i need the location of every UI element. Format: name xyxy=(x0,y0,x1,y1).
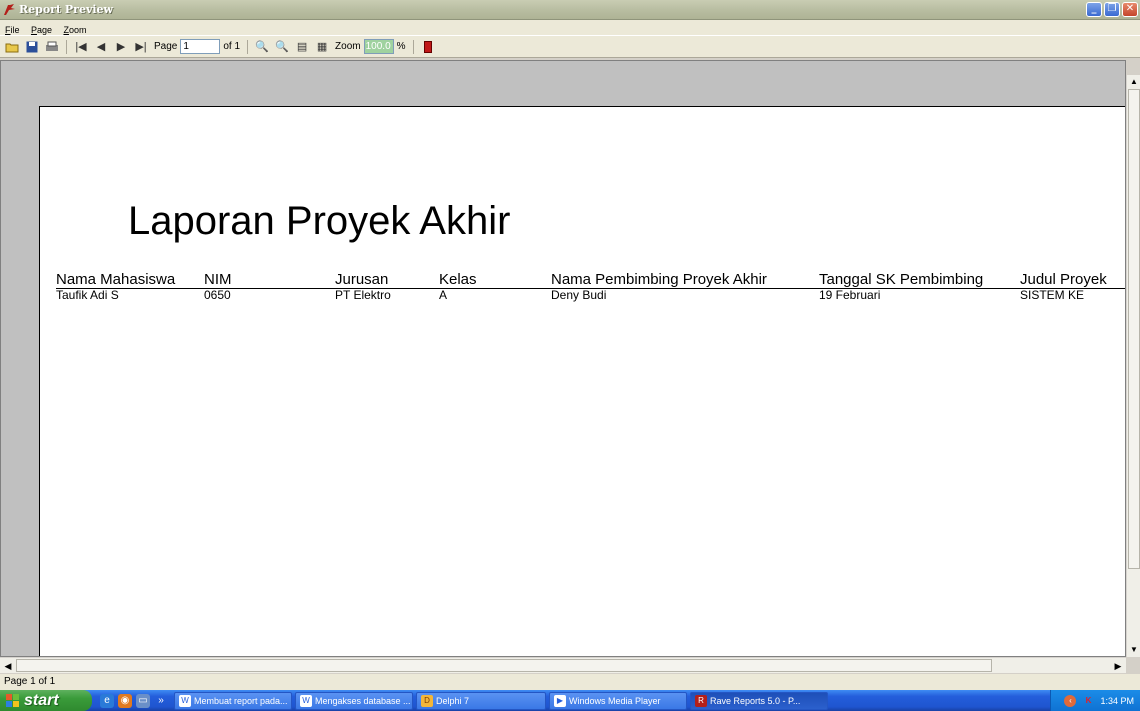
last-page-icon[interactable]: ▶| xyxy=(133,39,149,55)
word-icon: W xyxy=(300,694,312,707)
title-bar: Report Preview _ ❐ ✕ xyxy=(0,0,1140,20)
page-width-icon[interactable]: ▤ xyxy=(294,39,310,55)
zoom-input[interactable]: 100.0 xyxy=(363,39,394,54)
column-header: Nama Pembimbing Proyek Akhir xyxy=(551,271,767,288)
clock: 1:34 PM xyxy=(1100,695,1134,706)
taskbar-item[interactable]: ▶ Windows Media Player xyxy=(549,691,687,710)
column-header: Kelas xyxy=(439,271,477,288)
percent-label: % xyxy=(396,41,406,52)
menu-bar: File Page Zoom xyxy=(0,20,1140,36)
quick-launch: e ◉ ▭ » xyxy=(100,693,168,708)
column-header: Jurusan xyxy=(335,271,389,288)
vertical-scroll-thumb[interactable] xyxy=(1128,89,1140,569)
rave-reports-icon xyxy=(4,4,15,15)
table-cell: PT Elektro xyxy=(335,288,391,302)
tray-arrow-icon[interactable]: ‹ xyxy=(1064,694,1077,707)
table-cell: A xyxy=(439,288,448,302)
media-player-icon: ▶ xyxy=(554,694,566,707)
print-icon[interactable] xyxy=(44,39,60,55)
rave-reports-icon: R xyxy=(695,694,707,707)
next-page-icon[interactable]: ▶ xyxy=(113,39,129,55)
column-header: Tanggal SK Pembimbing xyxy=(819,271,984,288)
menu-zoom[interactable]: Zoom xyxy=(58,23,88,35)
window-title: Report Preview xyxy=(19,3,113,16)
page-count-label: of 1 xyxy=(223,41,241,52)
show-desktop-icon[interactable]: ▭ xyxy=(136,693,150,708)
exit-icon[interactable] xyxy=(420,39,436,55)
whole-page-icon[interactable]: ▦ xyxy=(314,39,330,55)
column-header: NIM xyxy=(204,271,232,288)
antivirus-icon[interactable]: K xyxy=(1082,695,1094,707)
status-bar: Page 1 of 1 xyxy=(0,674,1140,690)
previous-page-icon[interactable]: ◀ xyxy=(93,39,109,55)
start-button[interactable]: start xyxy=(0,690,92,711)
scroll-right-icon[interactable]: ▶ xyxy=(1110,658,1126,674)
zoom-in-icon[interactable]: 🔍 xyxy=(254,39,270,55)
table-cell: 0650 xyxy=(204,288,231,302)
close-button[interactable]: ✕ xyxy=(1122,2,1138,17)
more-chevron-icon[interactable]: » xyxy=(154,694,168,708)
firefox-icon[interactable]: ◉ xyxy=(118,693,132,708)
scroll-left-icon[interactable]: ◀ xyxy=(0,658,16,674)
system-tray: ‹ K 1:34 PM xyxy=(1050,690,1140,711)
taskbar-item[interactable]: W Mengakses database ... xyxy=(295,691,413,710)
menu-file[interactable]: File xyxy=(0,23,22,35)
zoom-label: Zoom xyxy=(335,41,361,52)
table-cell: 19 Februari xyxy=(819,288,881,302)
internet-explorer-icon[interactable]: e xyxy=(100,693,114,708)
open-folder-icon[interactable] xyxy=(4,39,20,55)
page-label: Page xyxy=(154,41,178,52)
first-page-icon[interactable]: |◀ xyxy=(73,39,89,55)
horizontal-scrollbar[interactable]: ◀ ▶ xyxy=(0,657,1126,673)
table-cell: SISTEM KE xyxy=(1020,288,1085,302)
word-icon: W xyxy=(179,694,191,707)
report-page: Laporan Proyek Akhir Nama Mahasiswa NIM … xyxy=(39,106,1125,656)
taskbar-item-active[interactable]: R Rave Reports 5.0 - P... xyxy=(690,691,828,710)
taskbar-item[interactable]: D Delphi 7 xyxy=(416,691,546,710)
vertical-scrollbar[interactable]: ▲ ▼ xyxy=(1126,75,1140,657)
horizontal-scroll-thumb[interactable] xyxy=(16,659,992,672)
column-header: Nama Mahasiswa xyxy=(56,271,176,288)
toolbar-separator xyxy=(412,39,414,54)
scroll-down-icon[interactable]: ▼ xyxy=(1127,643,1140,657)
toolbar: |◀ ◀ ▶ ▶| Page 1 of 1 🔍 🔍 ▤ ▦ Zoom 100.0… xyxy=(0,36,1140,58)
report-title: Laporan Proyek Akhir xyxy=(128,199,511,243)
table-cell: Deny Budi xyxy=(551,288,607,302)
save-icon[interactable] xyxy=(24,39,40,55)
menu-page[interactable]: Page xyxy=(26,23,54,35)
scroll-up-icon[interactable]: ▲ xyxy=(1127,75,1140,89)
taskbar: start e ◉ ▭ » W Membuat report pada... W… xyxy=(0,690,1140,711)
windows-logo-icon xyxy=(6,693,20,708)
page-number-input[interactable]: 1 xyxy=(180,39,221,54)
toolbar-separator xyxy=(66,39,67,54)
delphi-icon: D xyxy=(421,694,433,707)
status-text: Page 1 of 1 xyxy=(4,676,56,687)
minimize-button[interactable]: _ xyxy=(1086,2,1102,17)
toolbar-separator xyxy=(247,39,249,54)
report-viewport[interactable]: Laporan Proyek Akhir Nama Mahasiswa NIM … xyxy=(0,60,1126,657)
maximize-button[interactable]: ❐ xyxy=(1104,2,1120,17)
taskbar-item[interactable]: W Membuat report pada... xyxy=(174,691,292,710)
start-label: start xyxy=(24,691,59,709)
column-header: Judul Proyek xyxy=(1020,271,1107,288)
zoom-out-icon[interactable]: 🔍 xyxy=(274,39,290,55)
table-cell: Taufik Adi S xyxy=(56,288,119,302)
